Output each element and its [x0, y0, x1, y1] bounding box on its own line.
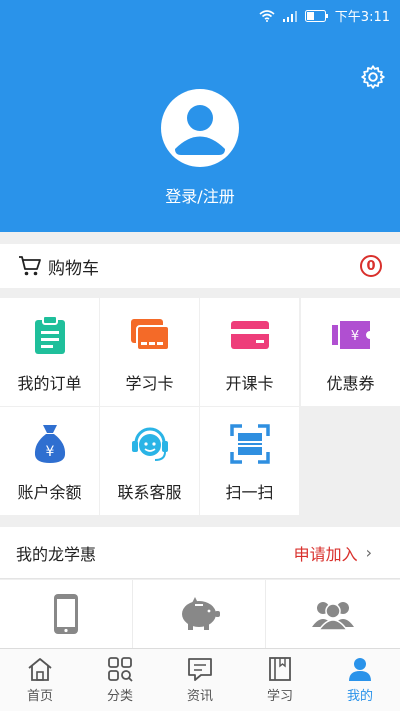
- avatar[interactable]: [161, 89, 239, 167]
- cart-count-badge: 0: [360, 255, 382, 277]
- shopping-cart-icon: [19, 256, 41, 276]
- coupon-label: 优惠券: [326, 374, 375, 393]
- news-icon: [188, 658, 212, 681]
- group-link[interactable]: [266, 580, 399, 648]
- tab-category-label: 分类: [106, 689, 133, 704]
- scan-item[interactable]: 扫一扫: [200, 407, 299, 515]
- scan-label: 扫一扫: [225, 483, 274, 502]
- feature-grid: 我的订单 学习卡 开课卡 ¥ 优惠券 ¥ 账户余额 联系客服 扫一扫: [0, 298, 400, 515]
- profile-header: 登录/注册: [0, 28, 400, 232]
- wifi-icon: [259, 9, 275, 22]
- tab-profile[interactable]: 我的: [320, 649, 400, 711]
- piggy-bank-link[interactable]: [133, 580, 266, 648]
- signal-icon: [282, 10, 297, 22]
- customer-service-label: 联系客服: [117, 483, 182, 502]
- bottom-tab-bar: 首页 分类 资讯 学习 我的: [0, 648, 400, 711]
- home-icon: [28, 658, 52, 681]
- tab-study-label: 学习: [266, 689, 293, 704]
- scan-icon: [229, 423, 271, 465]
- piggy-bank-icon: [182, 597, 220, 630]
- tab-home[interactable]: 首页: [0, 649, 80, 711]
- money-bag-icon: ¥: [29, 423, 71, 465]
- coupon-icon: ¥: [330, 314, 372, 356]
- tab-news[interactable]: 资讯: [160, 649, 240, 711]
- chevron-right-icon: ›: [365, 543, 372, 562]
- status-bar: 下午3:11: [0, 0, 400, 28]
- settings-gear-icon[interactable]: [360, 64, 386, 90]
- customer-service-item[interactable]: 联系客服: [100, 407, 199, 515]
- tab-home-label: 首页: [26, 689, 53, 704]
- study-card-item[interactable]: 学习卡: [100, 298, 199, 406]
- headset-icon: [129, 423, 171, 465]
- svg-text:¥: ¥: [350, 329, 358, 344]
- group-icon: [311, 602, 354, 631]
- status-icons: 下午3:11: [259, 6, 390, 25]
- battery-icon: [304, 9, 328, 22]
- study-card-label: 学习卡: [125, 374, 174, 393]
- tab-category[interactable]: 分类: [80, 649, 160, 711]
- clipboard-icon: [29, 314, 71, 356]
- category-icon: [108, 657, 133, 682]
- tab-profile-label: 我的: [346, 689, 373, 704]
- svg-text:¥: ¥: [45, 444, 54, 460]
- account-balance-item[interactable]: ¥ 账户余额: [0, 407, 99, 515]
- longxuehui-row[interactable]: 我的龙学惠 申请加入 ›: [0, 527, 400, 579]
- quick-links-strip: [0, 580, 400, 648]
- my-orders-item[interactable]: 我的订单: [0, 298, 99, 406]
- cart-label: 购物车: [48, 258, 99, 279]
- book-icon: [269, 657, 291, 681]
- course-card-label: 开课卡: [225, 374, 274, 393]
- shopping-cart-row[interactable]: 购物车 0: [0, 244, 400, 288]
- cards-icon: [129, 314, 171, 356]
- promo-title: 我的龙学惠: [16, 544, 97, 564]
- apply-join-link[interactable]: 申请加入: [294, 541, 358, 565]
- course-card-item[interactable]: 开课卡: [200, 298, 299, 406]
- login-register-link[interactable]: 登录/注册: [0, 183, 400, 207]
- profile-icon: [349, 658, 371, 681]
- card-icon: [229, 314, 271, 356]
- tab-study[interactable]: 学习: [240, 649, 320, 711]
- coupon-item[interactable]: ¥ 优惠券: [301, 298, 400, 406]
- user-avatar-icon: [175, 105, 225, 155]
- my-orders-label: 我的订单: [17, 374, 82, 393]
- tab-news-label: 资讯: [186, 689, 213, 704]
- phone-link[interactable]: [0, 580, 133, 648]
- status-time: 下午3:11: [334, 10, 390, 25]
- phone-icon: [54, 594, 78, 634]
- account-balance-label: 账户余额: [17, 483, 82, 502]
